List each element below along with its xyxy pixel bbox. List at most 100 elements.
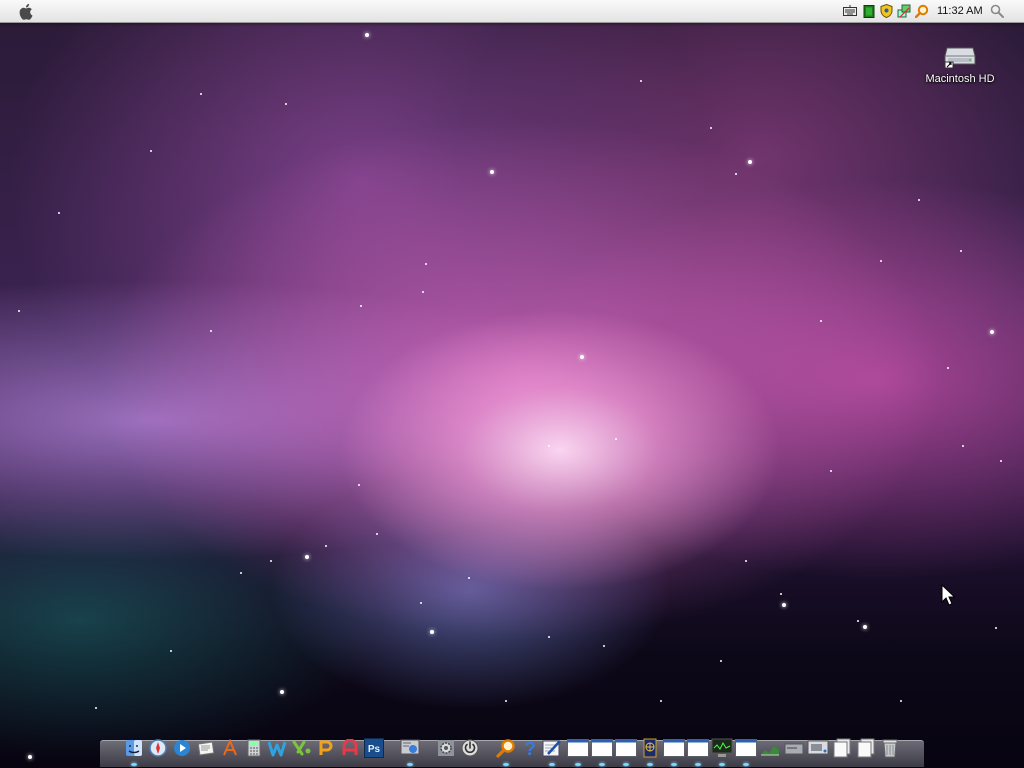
dock-item-excel[interactable] [292,737,312,759]
star [710,127,712,129]
dock-item-calculator[interactable] [244,737,264,759]
star [305,555,309,559]
dock-item-window-2[interactable] [591,737,613,759]
stack-icon [856,738,876,758]
network-icon[interactable] [897,4,911,18]
help-icon: ? [522,738,538,758]
star [200,93,202,95]
dock-item-access[interactable] [340,737,360,759]
globe-window-icon [641,738,659,758]
star [505,700,507,702]
dock-item-window-1[interactable] [567,737,589,759]
running-indicator [549,763,555,766]
dock-item-drive[interactable] [784,737,804,759]
star [995,627,997,629]
running-indicator [599,763,605,766]
dock-item-window-3[interactable] [615,737,637,759]
calculator-icon [247,739,261,757]
dock-item-photoshop[interactable]: Ps [364,737,384,759]
star [720,660,722,662]
finder-icon [125,739,143,757]
window-icon [687,739,709,757]
star [18,310,20,312]
apple-icon[interactable] [16,2,38,20]
star [360,305,362,307]
safari-compass-icon [149,739,167,757]
star [830,470,832,472]
star [285,103,287,105]
dock-item-window-6[interactable] [735,737,757,759]
star [1000,460,1002,462]
dock-item-documents-stack[interactable] [832,737,852,759]
star [365,33,369,37]
dock-item-network-settings[interactable] [400,737,420,759]
dock-item-powerpoint[interactable] [316,737,336,759]
w-icon [268,739,288,757]
star [780,593,782,595]
star [863,625,867,629]
dock-item-trash[interactable] [880,737,900,759]
desktop-wallpaper [0,0,1024,768]
svg-text:Ps: Ps [368,744,381,755]
dock-item-window-4[interactable] [663,737,685,759]
spotlight-icon[interactable] [990,4,1004,18]
star [745,560,747,562]
star [420,602,422,604]
running-indicator [647,763,653,766]
menu-clock[interactable]: 11:32 AM [937,4,983,18]
desktop-icon-macintosh-hd[interactable]: Macintosh HD [922,40,998,90]
star [640,80,642,82]
app-store-icon [221,739,239,757]
dock-item-downloads-stack[interactable] [856,737,876,759]
star [947,367,949,369]
star [430,630,434,634]
svg-text:?: ? [524,739,536,758]
drive-icon [784,740,804,756]
star [580,355,584,359]
desktop-icon-label: Macintosh HD [925,73,995,85]
dock-item-power[interactable] [460,737,480,759]
window-icon [615,739,637,757]
star [280,690,284,694]
dock-item-editor[interactable] [542,737,562,759]
media-player-icon [173,739,191,757]
dock-item-word[interactable] [268,737,288,759]
stack-icon [832,738,852,758]
dock-item-sync[interactable] [640,737,660,759]
battery-chip-icon[interactable] [862,4,876,18]
p-icon [317,739,335,757]
star [918,199,920,201]
star [270,560,272,562]
running-indicator [575,763,581,766]
star [603,645,605,647]
star [748,160,752,164]
window-icon [591,739,613,757]
running-indicator [503,763,509,766]
keyboard-icon[interactable] [843,4,857,18]
x-icon [292,739,312,757]
running-indicator [671,763,677,766]
security-shield-icon[interactable] [879,4,893,18]
running-indicator [719,763,725,766]
dock-item-app-store[interactable] [220,737,240,759]
dock-item-window-5[interactable] [687,737,709,759]
star [490,170,494,174]
dock-item-safari[interactable] [148,737,168,759]
star [28,755,32,759]
star [960,250,962,252]
star [548,445,550,447]
dock-item-chart[interactable] [760,737,780,759]
magnifier-tray-icon[interactable] [915,4,929,18]
dock-item-activity-monitor[interactable] [711,737,733,759]
star [170,650,172,652]
dock-item-help[interactable]: ? [520,737,540,759]
star [990,330,994,334]
dock-item-finder[interactable] [124,737,144,759]
dock-item-system-preferences[interactable] [436,737,456,759]
dock-item-mail[interactable] [196,737,216,759]
dock-item-display[interactable] [807,737,829,759]
running-indicator [623,763,629,766]
dock-item-media-player[interactable] [172,737,192,759]
window-icon [735,739,757,757]
dock-item-search[interactable] [496,737,516,759]
